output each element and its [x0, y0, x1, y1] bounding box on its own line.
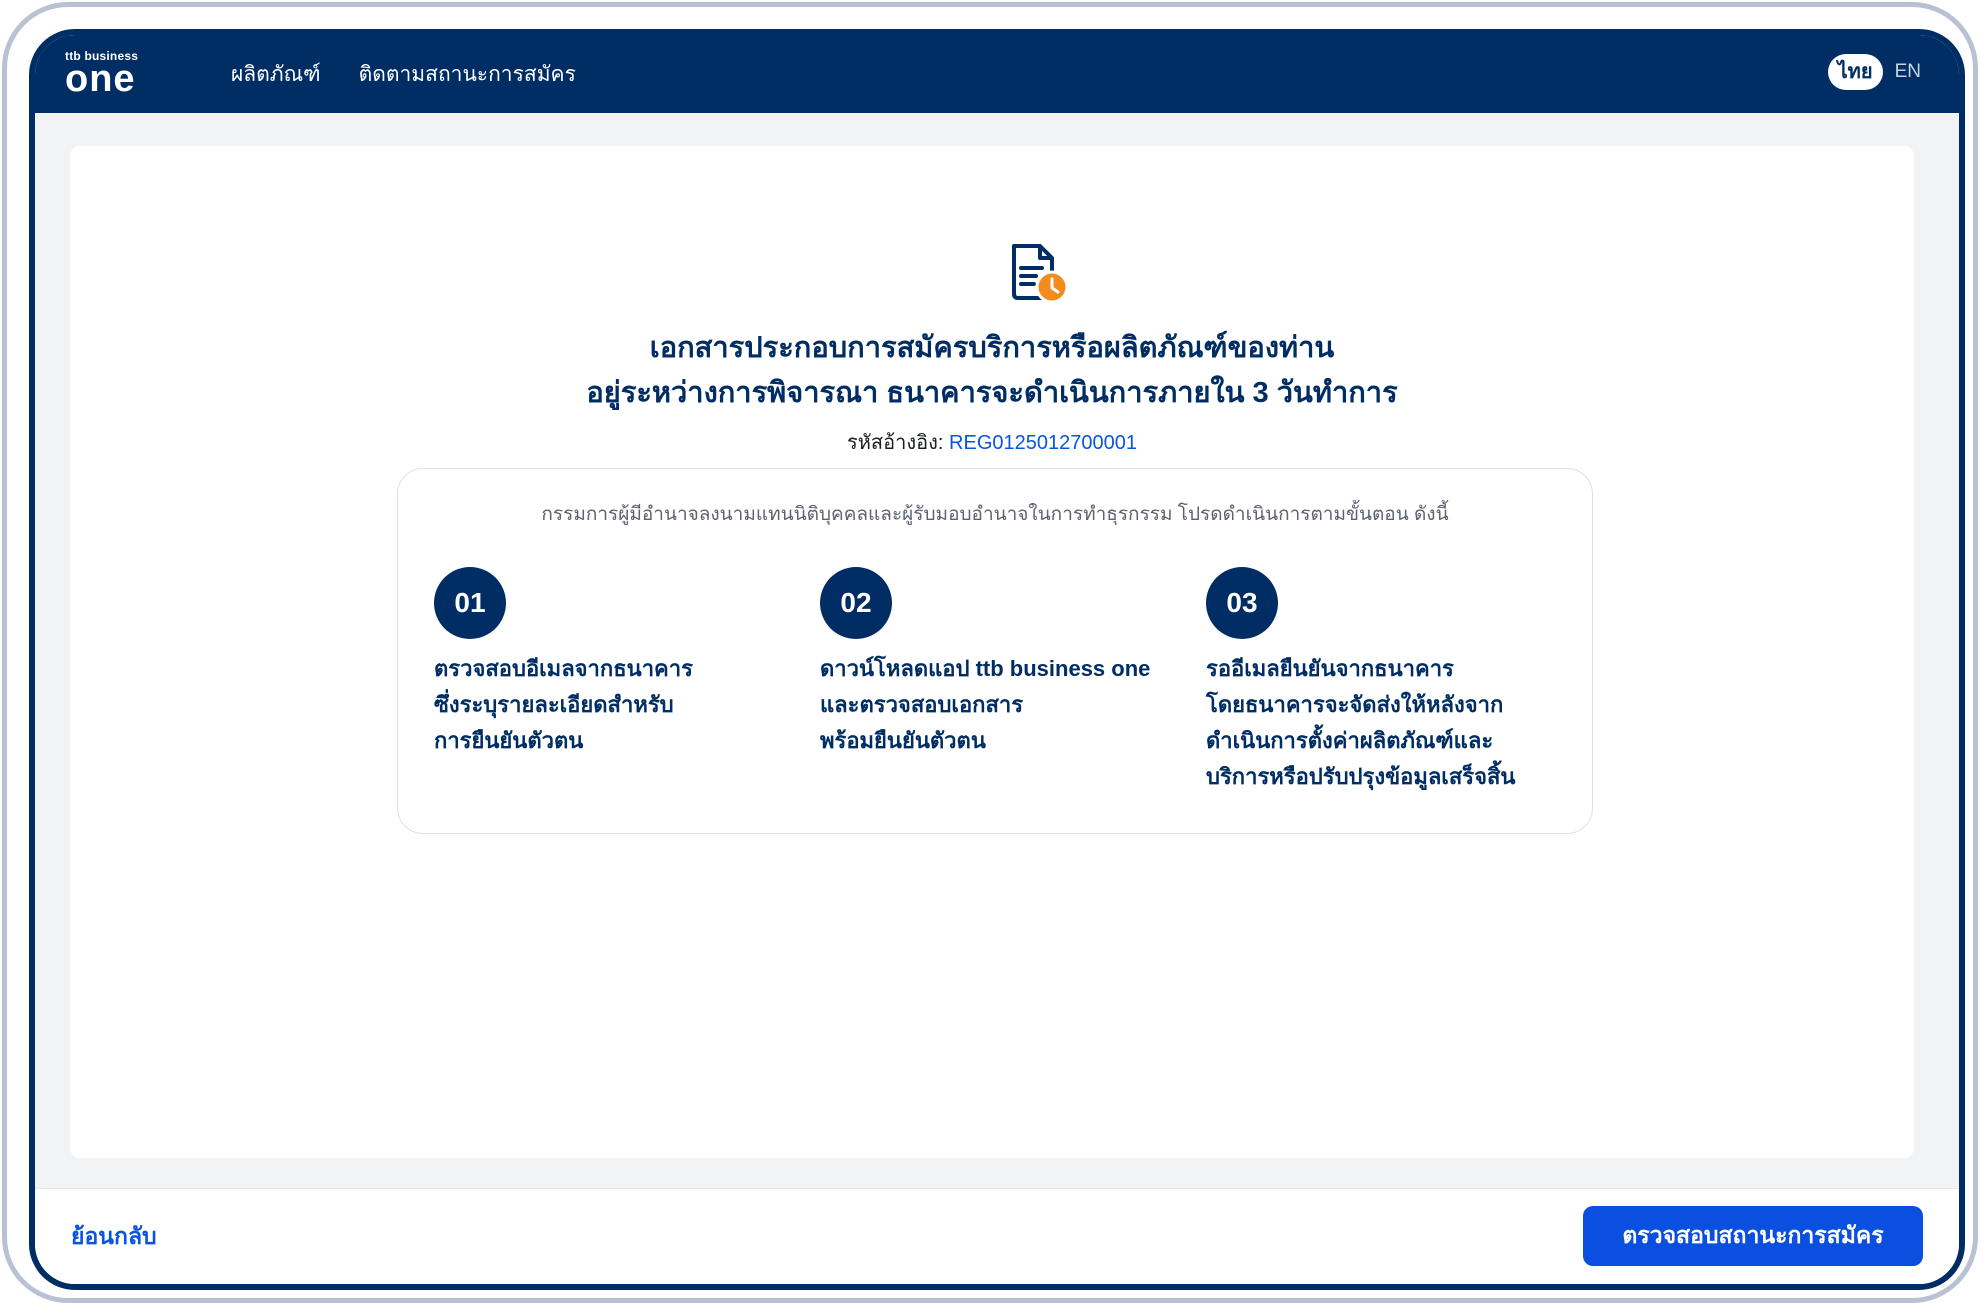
nav-products[interactable]: ผลิตภัณฑ์: [231, 58, 321, 91]
step-number: 01: [434, 567, 506, 639]
step-description: รออีเมลยืนยันจากธนาคาร โดยธนาคารจะจัดส่ง…: [1206, 651, 1516, 795]
step-description: ดาวน์โหลดแอป ttb business one และตรวจสอบ…: [820, 651, 1151, 759]
app-window: ttb business one ผลิตภัณฑ์ ติดตามสถานะกา…: [29, 29, 1965, 1290]
device-frame: ttb business one ผลิตภัณฑ์ ติดตามสถานะกา…: [2, 2, 1978, 1303]
nav-track-status[interactable]: ติดตามสถานะการสมัคร: [359, 58, 576, 91]
step-line: ดาวน์โหลดแอป ttb business one: [820, 656, 1151, 681]
step-line: ซึ่งระบุรายละเอียดสำหรับ: [434, 692, 674, 717]
step-line: ดำเนินการตั้งค่าผลิตภัณฑ์และ: [1206, 728, 1494, 753]
step-line: ตรวจสอบอีเมลจากธนาคาร: [434, 656, 693, 681]
footer-bar: ย้อนกลับ ตรวจสอบสถานะการสมัคร: [35, 1188, 1959, 1284]
logo-big-text: one: [65, 58, 136, 100]
step-line: รออีเมลยืนยันจากธนาคาร: [1206, 656, 1454, 681]
lang-thai-button[interactable]: ไทย: [1827, 54, 1883, 90]
reference-label: รหัสอ้างอิง:: [847, 432, 944, 454]
step-line: พร้อมยืนยันตัวตน: [820, 728, 986, 753]
step-2: 02 ดาวน์โหลดแอป ttb business one และตรวจ…: [820, 567, 1151, 759]
check-status-button[interactable]: ตรวจสอบสถานะการสมัคร: [1583, 1206, 1923, 1266]
content-card: เอกสารประกอบการสมัครบริการหรือผลิตภัณฑ์ข…: [70, 146, 1914, 1158]
reference-code: REG0125012700001: [949, 432, 1137, 454]
step-number: 03: [1206, 567, 1278, 639]
lang-english-button[interactable]: EN: [1895, 61, 1921, 83]
ttb-business-one-logo[interactable]: ttb business one: [65, 49, 155, 99]
document-clock-icon: [1006, 242, 1070, 306]
step-1: 01 ตรวจสอบอีเมลจากธนาคาร ซึ่งระบุรายละเอ…: [434, 567, 734, 759]
main-nav: ผลิตภัณฑ์ ติดตามสถานะการสมัคร: [231, 35, 576, 113]
top-navbar: ttb business one ผลิตภัณฑ์ ติดตามสถานะกา…: [35, 35, 1959, 113]
step-3: 03 รออีเมลยืนยันจากธนาคาร โดยธนาคารจะจัด…: [1206, 567, 1516, 795]
step-description: ตรวจสอบอีเมลจากธนาคาร ซึ่งระบุรายละเอียด…: [434, 651, 734, 759]
step-number: 02: [820, 567, 892, 639]
headline-line-1: เอกสารประกอบการสมัครบริการหรือผลิตภัณฑ์ข…: [649, 332, 1335, 364]
language-switcher: ไทย EN: [1827, 54, 1921, 90]
steps-panel: กรรมการผู้มีอำนาจลงนามแทนนิติบุคคลและผู้…: [397, 468, 1593, 834]
step-line: โดยธนาคารจะจัดส่งให้หลังจาก: [1206, 692, 1504, 717]
headline-line-2: อยู่ระหว่างการพิจารณา ธนาคารจะดำเนินการภ…: [586, 377, 1398, 409]
page-headline: เอกสารประกอบการสมัครบริการหรือผลิตภัณฑ์ข…: [70, 326, 1914, 416]
back-link[interactable]: ย้อนกลับ: [71, 1219, 157, 1255]
step-line: การยืนยันตัวตน: [434, 728, 584, 753]
reference-info: รหัสอ้างอิง: REG0125012700001: [70, 426, 1914, 458]
step-line: บริการหรือปรับปรุงข้อมูลเสร็จสิ้น: [1206, 764, 1516, 789]
step-line: และตรวจสอบเอกสาร: [820, 692, 1024, 717]
steps-intro: กรรมการผู้มีอำนาจลงนามแทนนิติบุคคลและผู้…: [541, 504, 1449, 525]
